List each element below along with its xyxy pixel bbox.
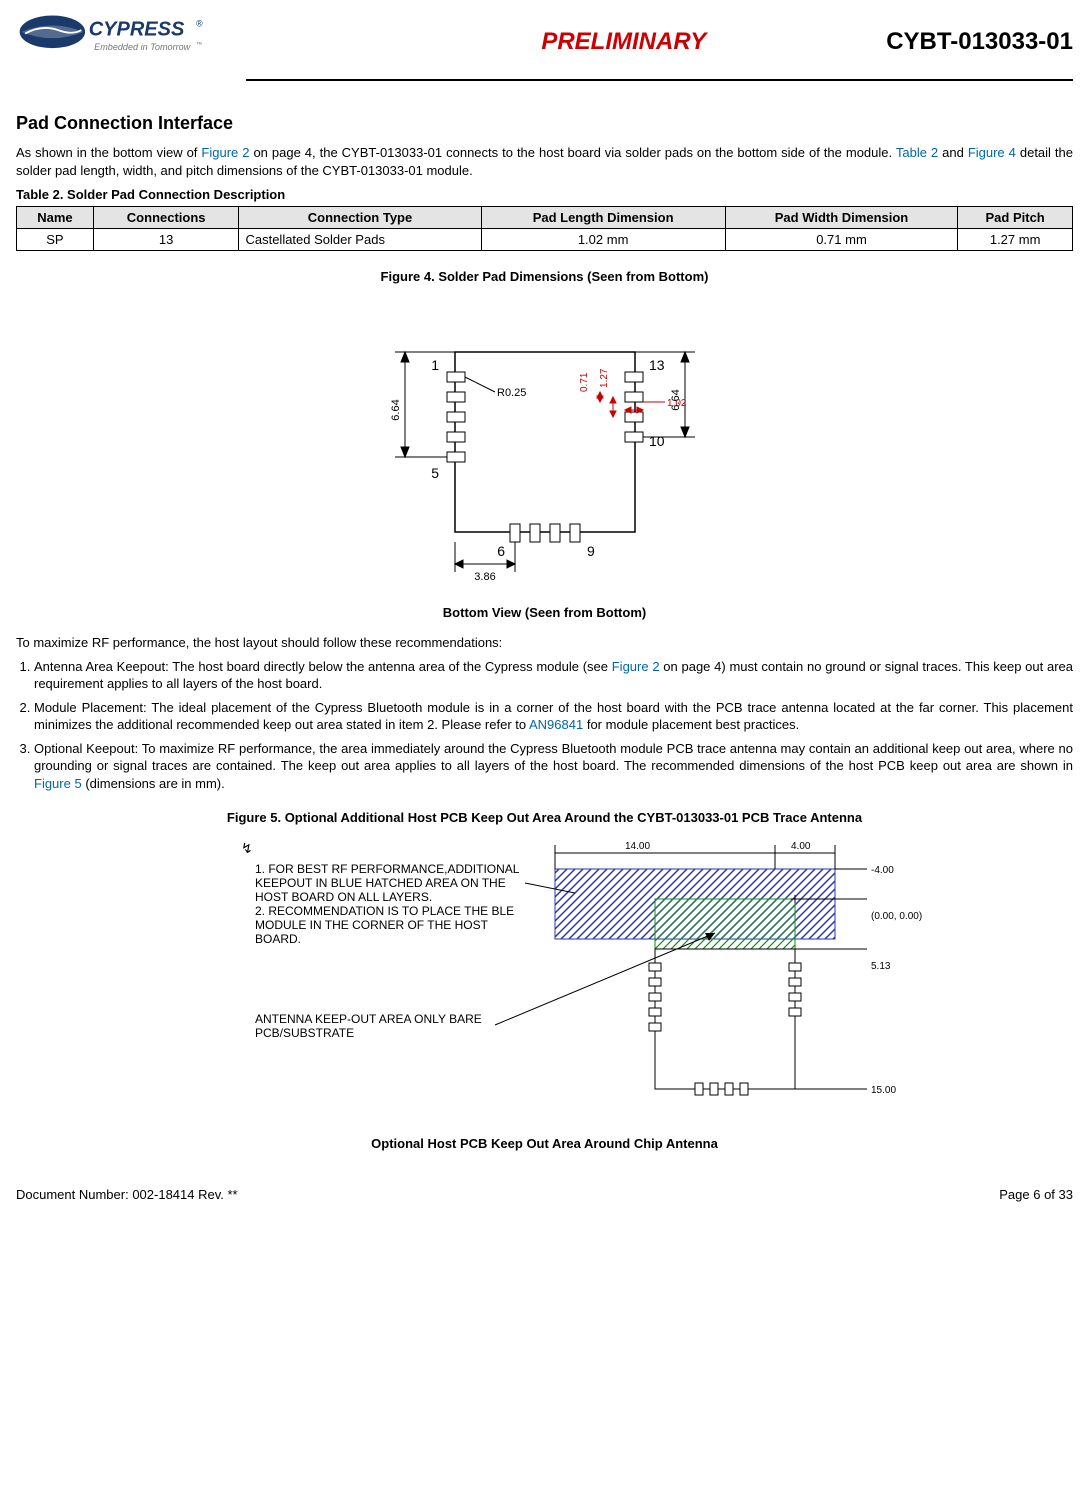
svg-text:5.13: 5.13 [871, 961, 891, 972]
section-title: Pad Connection Interface [16, 113, 1073, 134]
svg-text:Embedded in Tomorrow: Embedded in Tomorrow [94, 42, 191, 52]
td: 0.71 mm [725, 229, 958, 251]
figure-4: 1 5 6 9 10 13 6.64 6.64 R0.25 [16, 292, 1073, 595]
svg-text:4.00: 4.00 [791, 841, 811, 852]
th-connection-type: Connection Type [239, 207, 481, 229]
svg-text:3.86: 3.86 [474, 571, 495, 583]
rec-text: for module placement best practices. [583, 717, 799, 732]
th-pad-pitch: Pad Pitch [958, 207, 1073, 229]
svg-text:R0.25: R0.25 [497, 387, 526, 399]
th-name: Name [17, 207, 94, 229]
intro-text: on page 4, the CYBT-013033-01 connects t… [249, 145, 895, 160]
list-item: Antenna Area Keepout: The host board dir… [34, 658, 1073, 693]
svg-text:15.00: 15.00 [871, 1085, 896, 1096]
rec-text: Antenna Area Keepout: The host board dir… [34, 659, 612, 674]
list-item: Optional Keepout: To maximize RF perform… [34, 740, 1073, 793]
table-row: Name Connections Connection Type Pad Len… [17, 207, 1073, 229]
list-item: Module Placement: The ideal placement of… [34, 699, 1073, 734]
link-figure-2[interactable]: Figure 2 [612, 659, 660, 674]
svg-text:6.64: 6.64 [390, 399, 402, 420]
part-number: CYBT-013033-01 [886, 28, 1073, 56]
svg-text:1. FOR BEST RF PERFORMANCE,ADD: 1. FOR BEST RF PERFORMANCE,ADDITIONAL KE… [255, 862, 522, 946]
td: 1.27 mm [958, 229, 1073, 251]
td: 1.02 mm [481, 229, 725, 251]
intro-paragraph: As shown in the bottom view of Figure 2 … [16, 144, 1073, 179]
recommendations-list: Antenna Area Keepout: The host board dir… [16, 658, 1073, 793]
svg-text:10: 10 [649, 433, 665, 449]
table-2-caption: Table 2. Solder Pad Connection Descripti… [16, 187, 1073, 202]
svg-text:6: 6 [497, 543, 505, 559]
figure-5-subcaption: Optional Host PCB Keep Out Area Around C… [16, 1136, 1073, 1151]
figure-5-caption: Figure 5. Optional Additional Host PCB K… [16, 810, 1073, 825]
svg-text:13: 13 [649, 357, 665, 373]
link-figure-2[interactable]: Figure 2 [201, 145, 249, 160]
svg-text:5: 5 [431, 465, 439, 481]
logo-block: CYPRESS ® Embedded in Tomorrow ™ [16, 8, 216, 75]
cypress-logo: CYPRESS ® Embedded in Tomorrow ™ [16, 8, 216, 75]
intro-text: As shown in the bottom view of [16, 145, 201, 160]
table-row: SP 13 Castellated Solder Pads 1.02 mm 0.… [17, 229, 1073, 251]
page-header: CYPRESS ® Embedded in Tomorrow ™ PRELIMI… [16, 8, 1073, 75]
recommendations-intro: To maximize RF performance, the host lay… [16, 634, 1073, 652]
link-an96841[interactable]: AN96841 [529, 717, 583, 732]
svg-text:(0.00, 0.00): (0.00, 0.00) [871, 911, 922, 922]
svg-text:™: ™ [196, 41, 202, 48]
td: 13 [93, 229, 239, 251]
svg-text:ANTENNA KEEP-OUT AREA ONLY BAR: ANTENNA KEEP-OUT AREA ONLY BARE PCB/SUBS… [255, 1012, 485, 1040]
document-number: Document Number: 002-18414 Rev. ** [16, 1187, 238, 1202]
page-footer: Document Number: 002-18414 Rev. ** Page … [16, 1187, 1073, 1202]
svg-text:1: 1 [431, 357, 439, 373]
svg-text:CYPRESS: CYPRESS [89, 18, 185, 40]
svg-text:0.71: 0.71 [579, 372, 590, 392]
td: Castellated Solder Pads [239, 229, 481, 251]
th-pad-length: Pad Length Dimension [481, 207, 725, 229]
rec-text: Optional Keepout: To maximize RF perform… [34, 741, 1073, 774]
th-connections: Connections [93, 207, 239, 229]
intro-text: and [938, 145, 968, 160]
svg-text:↯: ↯ [241, 840, 253, 856]
svg-text:®: ® [196, 18, 203, 28]
link-table-2[interactable]: Table 2 [896, 145, 938, 160]
td: SP [17, 229, 94, 251]
svg-text:9: 9 [587, 543, 595, 559]
th-pad-width: Pad Width Dimension [725, 207, 958, 229]
page-number: Page 6 of 33 [999, 1187, 1073, 1202]
link-figure-5[interactable]: Figure 5 [34, 776, 82, 791]
svg-text:14.00: 14.00 [625, 841, 650, 852]
table-2: Name Connections Connection Type Pad Len… [16, 206, 1073, 251]
figure-5: 1. FOR BEST RF PERFORMANCE,ADDITIONAL KE… [16, 833, 1073, 1126]
header-titles: PRELIMINARY CYBT-013033-01 [216, 28, 1073, 56]
svg-text:1.02: 1.02 [667, 398, 687, 409]
preliminary-label: PRELIMINARY [541, 28, 706, 56]
svg-text:1.27: 1.27 [599, 368, 610, 388]
rec-text: (dimensions are in mm). [82, 776, 225, 791]
svg-text:-4.00: -4.00 [871, 865, 894, 876]
figure-4-caption: Figure 4. Solder Pad Dimensions (Seen fr… [16, 269, 1073, 284]
header-rule [246, 79, 1073, 81]
link-figure-4[interactable]: Figure 4 [968, 145, 1016, 160]
figure-4-subcaption: Bottom View (Seen from Bottom) [16, 605, 1073, 620]
